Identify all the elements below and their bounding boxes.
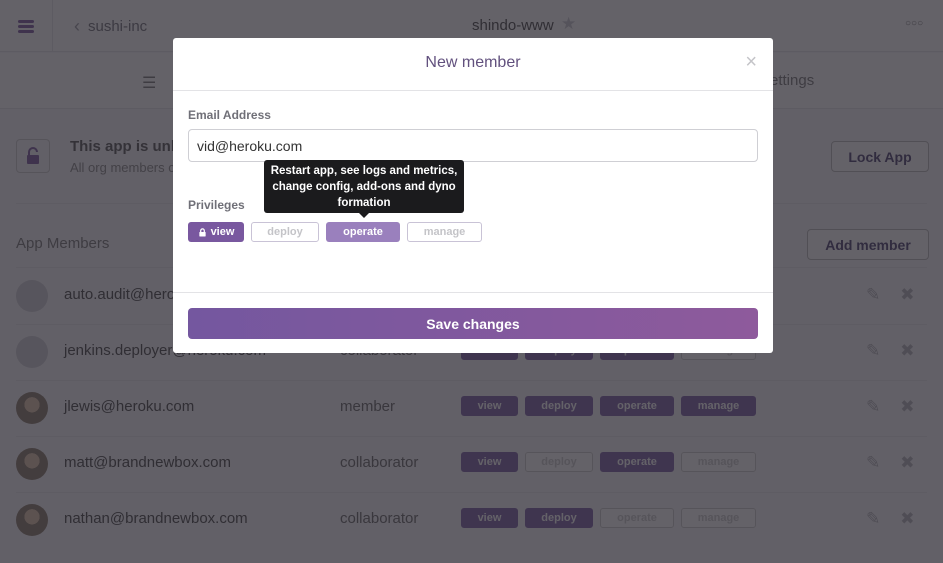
operate-tooltip: Restart app, see logs and metrics, chang… xyxy=(264,160,464,218)
save-changes-button[interactable]: Save changes xyxy=(188,308,758,339)
lock-icon xyxy=(198,227,206,237)
privilege-deploy-toggle[interactable]: deploy xyxy=(251,222,319,242)
privilege-view-label: view xyxy=(210,226,235,238)
close-icon[interactable]: × xyxy=(745,51,757,74)
email-label: Email Address xyxy=(188,108,271,122)
privileges-label: Privileges xyxy=(188,198,245,212)
new-member-modal: New member × Email Address Privileges vi… xyxy=(173,38,773,353)
modal-title: New member xyxy=(425,54,521,71)
privilege-view-toggle[interactable]: view xyxy=(188,222,244,242)
email-field[interactable] xyxy=(188,129,758,162)
privilege-toggles: view deploy operate manage xyxy=(188,222,482,242)
privilege-manage-toggle[interactable]: manage xyxy=(407,222,482,242)
modal-header: New member × xyxy=(173,38,773,91)
modal-footer-divider xyxy=(173,292,773,293)
privilege-operate-toggle[interactable]: operate xyxy=(326,222,400,242)
